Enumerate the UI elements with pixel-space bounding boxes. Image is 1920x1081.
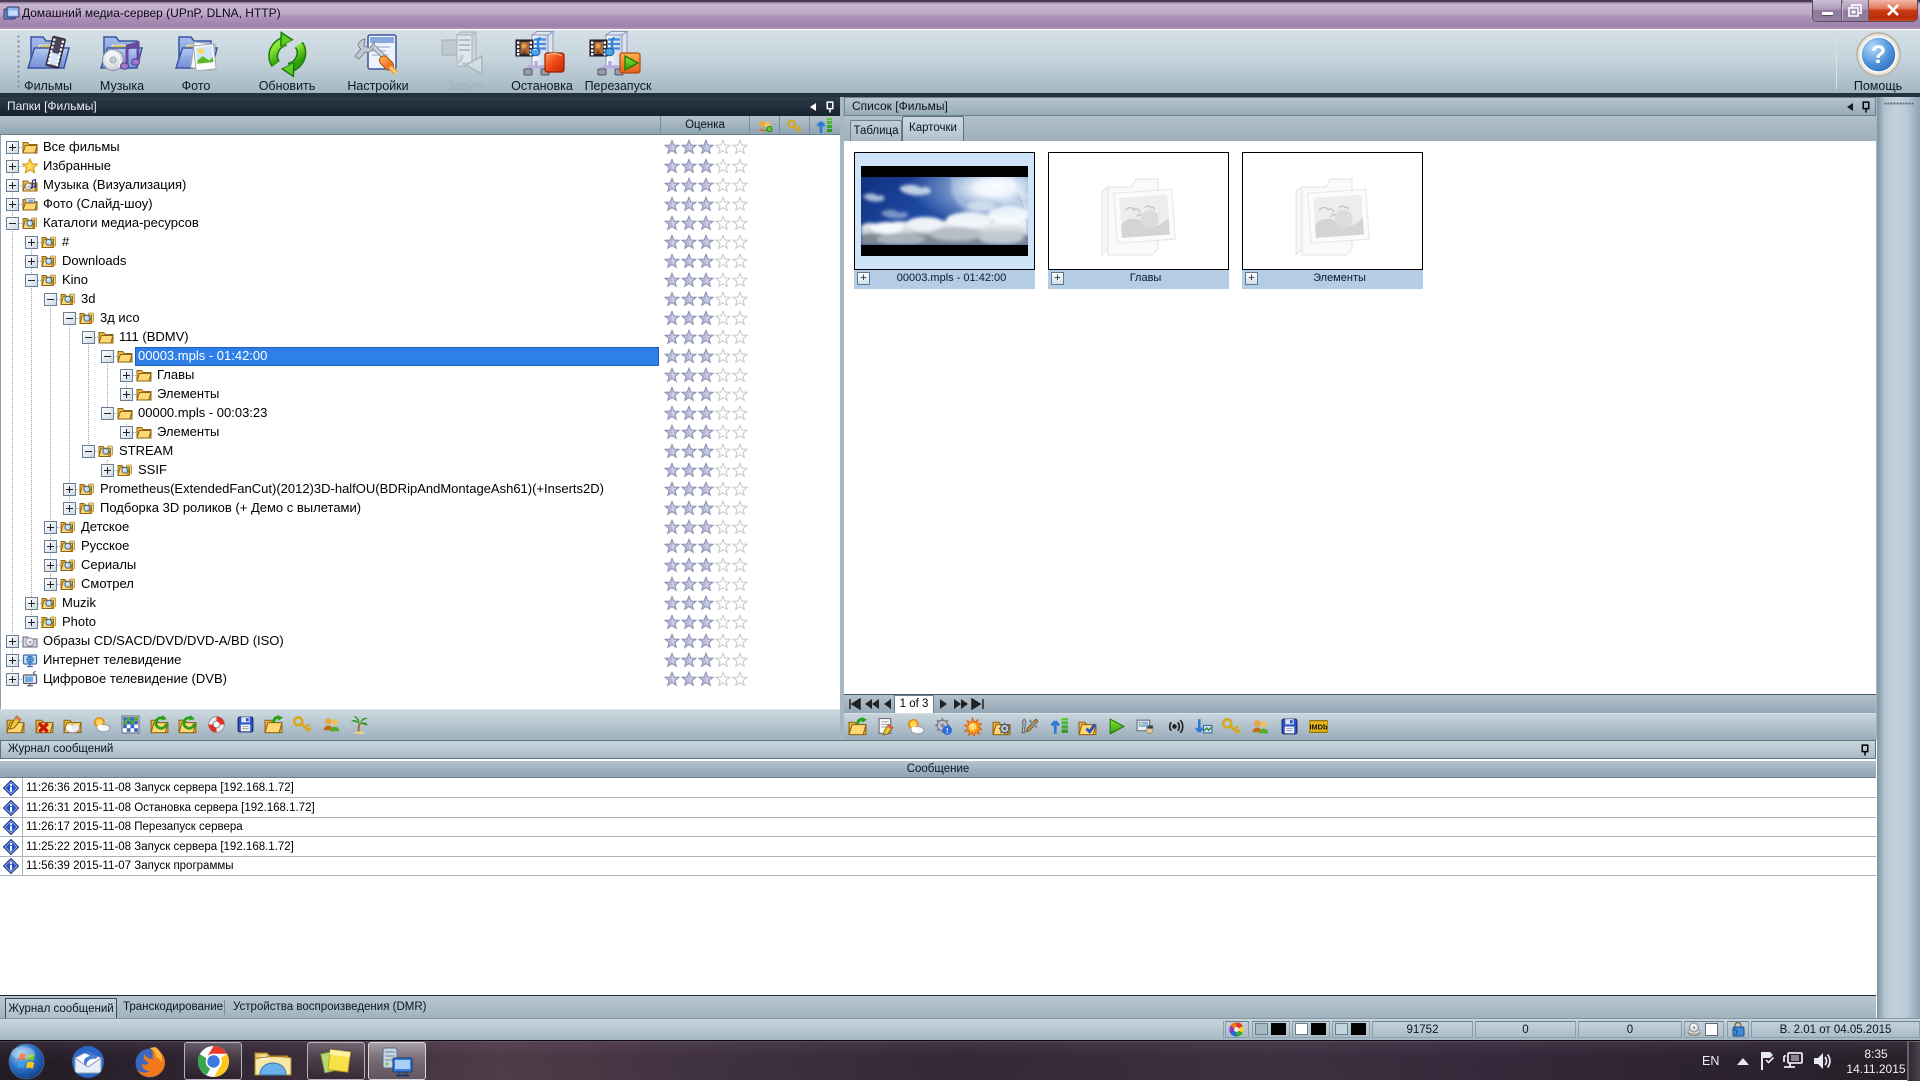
svg-text:?: ? <box>1871 41 1886 69</box>
